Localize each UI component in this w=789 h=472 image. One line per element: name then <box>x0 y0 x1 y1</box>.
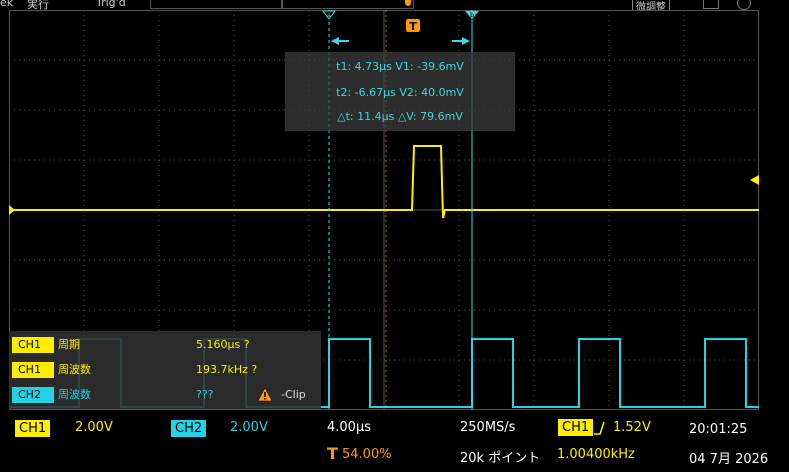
menu-icon[interactable] <box>703 0 719 9</box>
clock-date: 04 7月 2026 <box>689 452 769 467</box>
measurement-row[interactable]: CH1 周波数 193.7kHz ? <box>9 359 321 381</box>
trigger-position-icon: T <box>327 444 338 463</box>
measurement-label: 周波数 <box>58 388 91 401</box>
measurement-row[interactable]: CH1 周期 5.160µs ? <box>9 334 321 356</box>
ch2-badge[interactable]: CH2 <box>171 420 207 437</box>
cursor-delta-readout: △t: 11.4µs △V: 79.6mV <box>337 110 463 123</box>
clock-time: 20:01:25 <box>689 422 748 437</box>
ch1-scale[interactable]: 2.00V <box>75 420 113 435</box>
warning-icon <box>257 387 273 402</box>
power-icon[interactable] <box>737 0 751 10</box>
measurement-channel-tag: CH1 <box>12 337 54 353</box>
status-bar: CH1 2.00V CH2 2.00V 4.00µs T 54.00% 250M… <box>0 412 789 472</box>
cursor-t1-readout: t1: 4.73µs V1: -39.6mV <box>336 60 464 73</box>
ch1-badge[interactable]: CH1 <box>15 420 51 437</box>
measurement-value: 193.7kHz ? <box>196 363 258 376</box>
brand-label: ek <box>0 0 14 9</box>
trigger-position-icon <box>405 0 411 6</box>
trigger-position[interactable]: 54.00% <box>342 447 392 462</box>
measurement-label: 周波数 <box>58 363 91 376</box>
record-view-window[interactable] <box>282 0 414 9</box>
measurement-row[interactable]: CH2 周波数 ??? -Clip <box>9 384 321 406</box>
trigger-level[interactable]: 1.52V <box>613 420 651 435</box>
rising-edge-icon <box>594 421 605 435</box>
cursor-a-arrow <box>331 37 349 45</box>
measurement-panel[interactable]: CH1 周期 5.160µs ? CH1 周波数 193.7kHz ? CH2 … <box>9 331 321 409</box>
trigger-frequency: 1.00400kHz <box>557 447 635 462</box>
cursor-t2-readout: t2: -6.67µs V2: 40.0mV <box>336 86 464 99</box>
measurement-label: 周期 <box>58 338 80 351</box>
record-view-bar[interactable] <box>150 0 282 9</box>
cursor-b-arrow <box>452 37 470 45</box>
trigger-source-badge[interactable]: CH1 <box>557 418 595 437</box>
trigger-level-marker <box>750 175 759 185</box>
cursor-a-label: a <box>327 12 331 19</box>
sample-rate: 250MS/s <box>460 420 516 435</box>
trigger-marker-icon: T <box>406 19 420 33</box>
trigger-status: Trig'd <box>96 0 126 9</box>
ch1-ground-marker <box>9 205 15 215</box>
cursor-readout-panel[interactable]: t1: 4.73µs V1: -39.6mV t2: -6.67µs V2: 4… <box>285 52 515 131</box>
ch2-scale[interactable]: 2.00V <box>230 420 268 435</box>
svg-text:T: T <box>409 20 417 33</box>
measurement-channel-tag: CH1 <box>12 362 54 378</box>
cursor-b-label: b <box>470 12 474 19</box>
top-menu-bar: ek 実行 Trig'd 微調整 <box>0 0 789 14</box>
measurement-value: 5.160µs ? <box>196 338 250 351</box>
record-length[interactable]: 20k ポイント <box>460 447 540 466</box>
clip-warning-text: -Clip <box>281 388 306 401</box>
measurement-value: ??? <box>196 388 214 401</box>
measurement-channel-tag: CH2 <box>12 387 54 403</box>
timebase[interactable]: 4.00µs <box>327 420 371 435</box>
